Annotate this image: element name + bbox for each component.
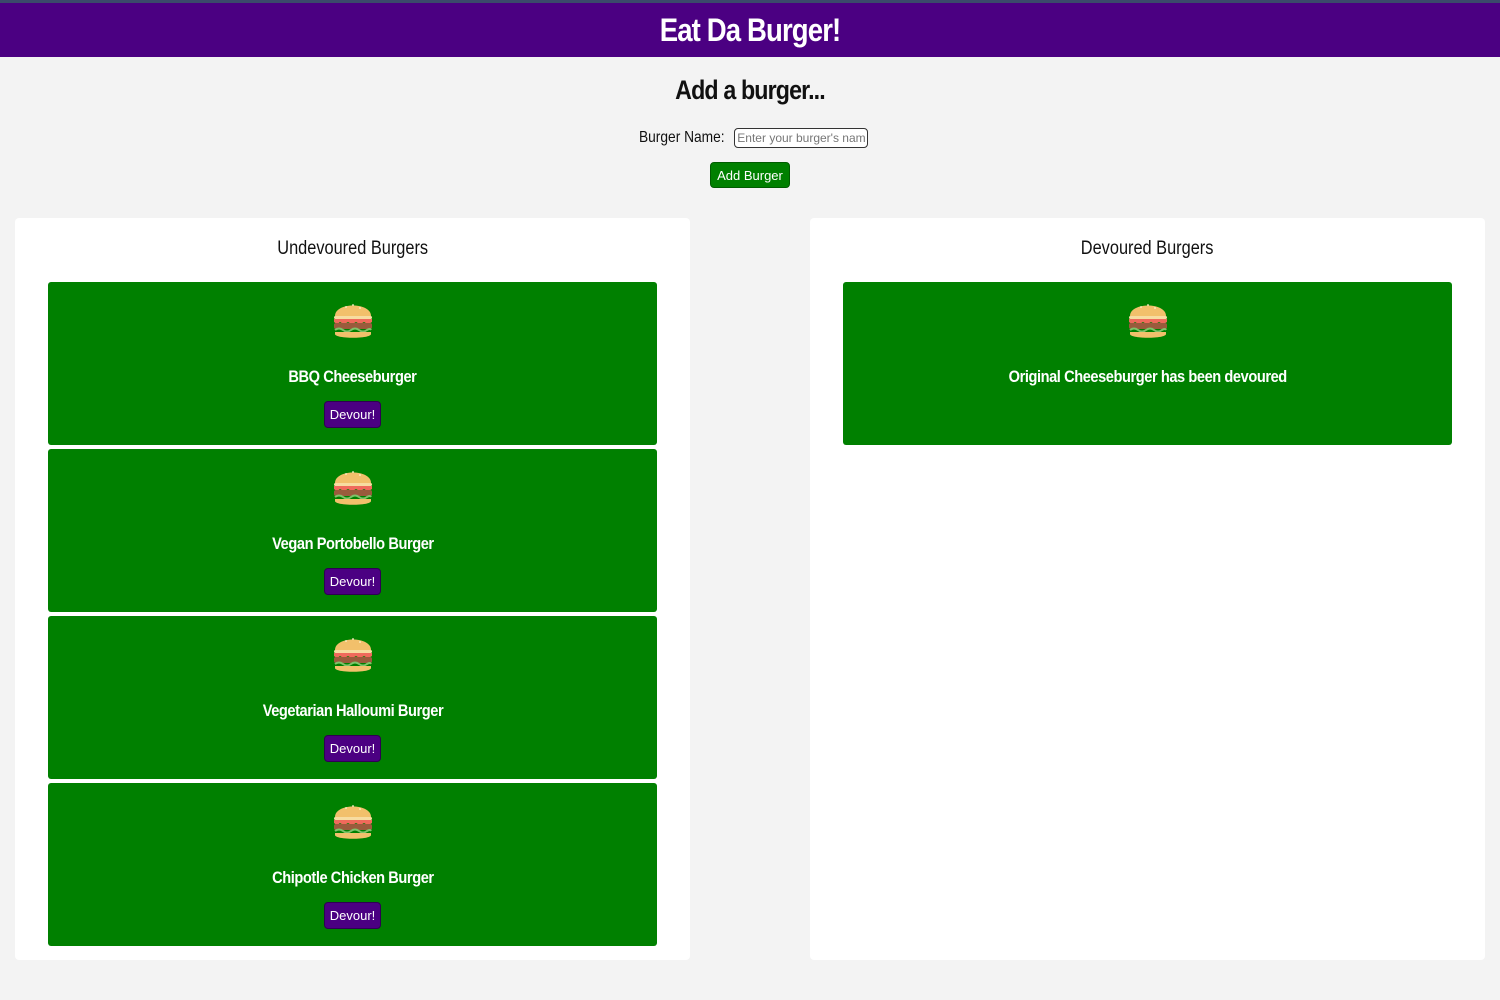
undevoured-list: BBQ Cheeseburger Devour! Vegan Portobello… — [48, 282, 657, 946]
devour-button[interactable]: Devour! — [323, 401, 382, 428]
devoured-heading-text: Devoured Burgers — [1081, 238, 1214, 259]
burger-name: BBQ Cheeseburger — [288, 367, 417, 386]
burger-name: Original Cheeseburger has been devoured — [1008, 367, 1287, 386]
devour-button[interactable]: Devour! — [323, 902, 382, 929]
burger-name-input[interactable] — [734, 128, 869, 148]
burger-icon — [333, 638, 372, 672]
burger-card: Original Cheeseburger has been devoured — [843, 282, 1452, 445]
add-burger-button[interactable]: Add Burger — [710, 162, 790, 188]
burger-name: Chipotle Chicken Burger — [271, 868, 434, 887]
undevoured-panel: Undevoured Burgers BBQ Cheeseburger Devou… — [15, 218, 690, 960]
burger-name: Vegetarian Halloumi Burger — [262, 701, 443, 720]
burger-icon — [333, 304, 372, 338]
page-header: Eat Da Burger! — [0, 3, 1500, 57]
undevoured-heading-text: Undevoured Burgers — [277, 238, 428, 259]
burger-icon — [333, 805, 372, 839]
burger-icon — [333, 471, 372, 505]
add-burger-section: Add a burger... Burger Name: Add Burger — [0, 57, 1500, 188]
devoured-panel: Devoured Burgers Original Cheeseburger h… — [810, 218, 1485, 960]
burger-card: BBQ Cheeseburger Devour! — [48, 282, 657, 445]
burger-card: Vegan Portobello Burger Devour! — [48, 449, 657, 612]
burger-card: Chipotle Chicken Burger Devour! — [48, 783, 657, 946]
burger-card: Vegetarian Halloumi Burger Devour! — [48, 616, 657, 779]
undevoured-heading: Undevoured Burgers — [48, 238, 657, 264]
add-burger-heading: Add a burger... — [675, 75, 826, 105]
burger-name-label: Burger Name: — [638, 129, 725, 146]
devour-button[interactable]: Devour! — [323, 735, 382, 762]
devoured-heading: Devoured Burgers — [843, 238, 1452, 264]
devour-button[interactable]: Devour! — [323, 568, 382, 595]
burger-columns: Undevoured Burgers BBQ Cheeseburger Devou… — [15, 218, 1485, 960]
devoured-list: Original Cheeseburger has been devoured — [843, 282, 1452, 445]
burger-icon — [1128, 304, 1167, 338]
page-title: Eat Da Burger! — [659, 11, 842, 48]
burger-name: Vegan Portobello Burger — [271, 534, 434, 553]
burger-name-row: Burger Name: — [0, 126, 1500, 150]
